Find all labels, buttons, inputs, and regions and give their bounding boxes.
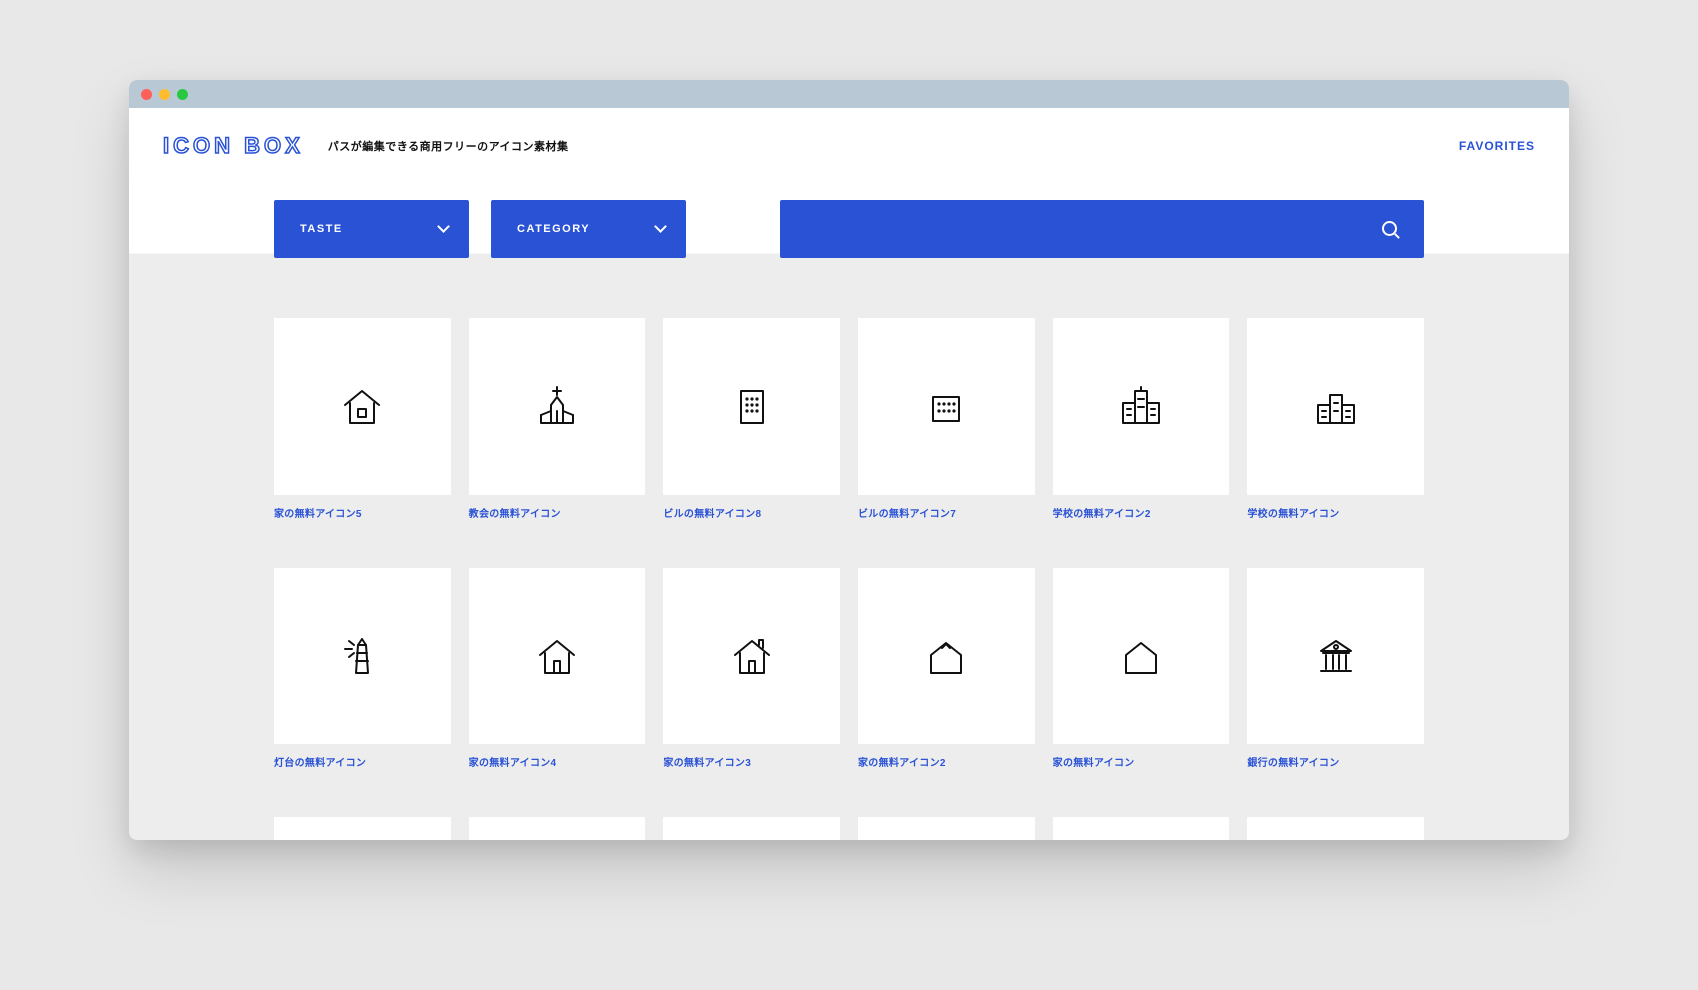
icon-card[interactable]: 家の無料アイコン4	[469, 568, 646, 770]
bank-icon	[1311, 631, 1361, 681]
icon-thumbnail[interactable]	[1247, 318, 1424, 495]
icon-thumbnail[interactable]	[1053, 817, 1230, 840]
icon-thumbnail[interactable]	[858, 568, 1035, 745]
icon-card[interactable]: 学校の無料アイコン2	[1053, 318, 1230, 520]
icon-card[interactable]: 灯台の無料アイコン	[274, 568, 451, 770]
house-chimney-icon	[727, 631, 777, 681]
icon-thumbnail[interactable]	[1247, 817, 1424, 840]
icon-card[interactable]: 家の無料アイコン2	[858, 568, 1035, 770]
icon-thumbnail[interactable]	[1053, 568, 1230, 745]
window-titlebar	[129, 80, 1569, 108]
house-window-icon	[337, 381, 387, 431]
chevron-down-icon	[439, 224, 449, 234]
browser-window: ICON BOX パスが編集できる商用フリーのアイコン素材集 FAVORITES…	[129, 80, 1569, 840]
category-dropdown[interactable]: CATEGORY	[491, 200, 686, 258]
icon-card[interactable]	[469, 817, 646, 840]
icon-card[interactable]: 学校の無料アイコン	[1247, 318, 1424, 520]
search-input[interactable]	[806, 221, 1382, 237]
house-outline-icon	[921, 631, 971, 681]
icon-card[interactable]	[274, 817, 451, 840]
icon-caption: 家の無料アイコン2	[858, 754, 1035, 769]
window-maximize-button[interactable]	[177, 89, 188, 100]
icon-card[interactable]	[858, 817, 1035, 840]
house-simple-icon	[1116, 631, 1166, 681]
icon-thumbnail[interactable]	[663, 817, 840, 840]
icon-caption: 家の無料アイコン3	[663, 754, 840, 769]
category-dropdown-label: CATEGORY	[517, 223, 590, 235]
icon-card[interactable]: 家の無料アイコン	[1053, 568, 1230, 770]
icon-card[interactable]: ビルの無料アイコン8	[663, 318, 840, 520]
icon-thumbnail[interactable]	[274, 568, 451, 745]
icon-caption: 家の無料アイコン4	[469, 754, 646, 769]
icon-card[interactable]: 銀行の無料アイコン	[1247, 568, 1424, 770]
brand: ICON BOX パスが編集できる商用フリーのアイコン素材集	[163, 133, 569, 159]
window-close-button[interactable]	[141, 89, 152, 100]
house-icon	[532, 631, 582, 681]
icon-caption: ビルの無料アイコン7	[858, 505, 1035, 520]
icon-thumbnail[interactable]	[858, 817, 1035, 840]
icon-thumbnail[interactable]	[1247, 568, 1424, 745]
icon-caption: 家の無料アイコン5	[274, 505, 451, 520]
icon-thumbnail[interactable]	[1053, 318, 1230, 495]
search-icon[interactable]	[1382, 221, 1398, 237]
icon-card[interactable]	[1247, 817, 1424, 840]
lighthouse-icon	[337, 631, 387, 681]
chevron-down-icon	[656, 224, 666, 234]
icon-card[interactable]	[1053, 817, 1230, 840]
icon-caption: 銀行の無料アイコン	[1247, 754, 1424, 769]
site-logo[interactable]: ICON BOX	[163, 133, 304, 159]
icon-thumbnail[interactable]	[663, 568, 840, 745]
school-icon	[1116, 381, 1166, 431]
icon-caption: 学校の無料アイコン2	[1053, 505, 1230, 520]
window-minimize-button[interactable]	[159, 89, 170, 100]
icon-thumbnail[interactable]	[858, 318, 1035, 495]
school-icon	[1311, 381, 1361, 431]
building-icon	[727, 381, 777, 431]
icon-caption: ビルの無料アイコン8	[663, 505, 840, 520]
icon-thumbnail[interactable]	[274, 318, 451, 495]
icon-card[interactable]	[663, 817, 840, 840]
site-tagline: パスが編集できる商用フリーのアイコン素材集	[328, 138, 569, 154]
icon-gallery: 家の無料アイコン5 教会の無料アイコン	[129, 318, 1569, 840]
favorites-link[interactable]: FAVORITES	[1459, 139, 1535, 153]
icon-card[interactable]: 教会の無料アイコン	[469, 318, 646, 520]
icon-caption: 教会の無料アイコン	[469, 505, 646, 520]
icon-card[interactable]: ビルの無料アイコン7	[858, 318, 1035, 520]
icon-caption: 家の無料アイコン	[1053, 754, 1230, 769]
icon-thumbnail[interactable]	[274, 817, 451, 840]
icon-card[interactable]: 家の無料アイコン5	[274, 318, 451, 520]
icon-thumbnail[interactable]	[469, 318, 646, 495]
filters-bar: TASTE CATEGORY	[129, 184, 1569, 304]
search-bar[interactable]	[780, 200, 1424, 258]
site-header: ICON BOX パスが編集できる商用フリーのアイコン素材集 FAVORITES	[129, 108, 1569, 184]
icon-card[interactable]: 家の無料アイコン3	[663, 568, 840, 770]
church-icon	[532, 381, 582, 431]
icon-thumbnail[interactable]	[469, 568, 646, 745]
building-icon	[921, 381, 971, 431]
taste-dropdown[interactable]: TASTE	[274, 200, 469, 258]
icon-caption: 学校の無料アイコン	[1247, 505, 1424, 520]
icon-thumbnail[interactable]	[663, 318, 840, 495]
icon-caption: 灯台の無料アイコン	[274, 754, 451, 769]
icon-thumbnail[interactable]	[469, 817, 646, 840]
taste-dropdown-label: TASTE	[300, 223, 343, 235]
